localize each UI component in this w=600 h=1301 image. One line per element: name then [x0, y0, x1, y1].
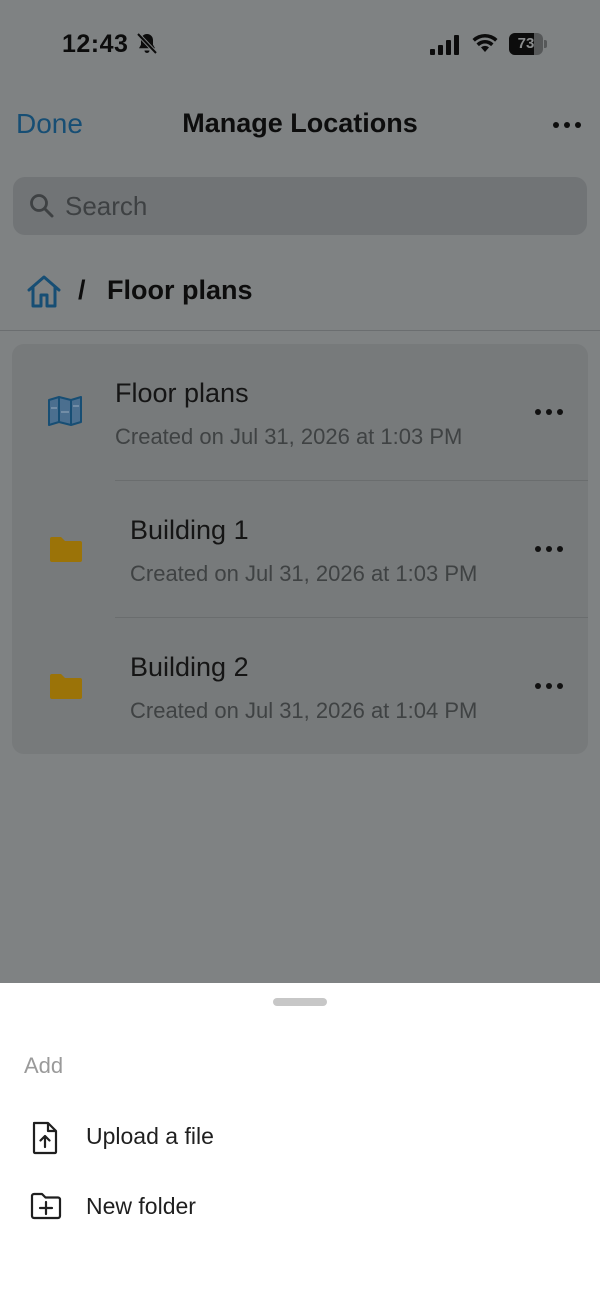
new-folder-label: New folder	[86, 1193, 196, 1219]
status-time: 12:43	[62, 30, 129, 58]
sheet-grabber[interactable]	[273, 998, 327, 1006]
done-button[interactable]: Done	[16, 108, 83, 140]
battery-indicator: 73	[509, 33, 547, 55]
battery-level: 73	[517, 35, 535, 52]
more-options-icon[interactable]	[550, 110, 584, 140]
upload-file-icon	[30, 1121, 60, 1160]
wifi-icon	[472, 33, 498, 60]
search-input[interactable]	[65, 177, 565, 235]
search-bar[interactable]	[13, 177, 587, 235]
item-more-icon[interactable]	[532, 402, 566, 422]
add-bottom-sheet: Add Upload a file New folder	[0, 983, 600, 1301]
upload-file-label: Upload a file	[86, 1123, 214, 1149]
list-item[interactable]: Floor plans Created on Jul 31, 2026 at 1…	[12, 344, 588, 481]
divider	[0, 330, 600, 331]
map-icon	[47, 396, 83, 431]
home-icon[interactable]	[25, 273, 63, 314]
item-title: Building 1	[130, 515, 249, 545]
new-folder-button[interactable]: New folder	[0, 1176, 600, 1240]
item-more-icon[interactable]	[532, 539, 566, 559]
breadcrumb-separator: /	[78, 275, 86, 305]
item-subtitle: Created on Jul 31, 2026 at 1:03 PM	[130, 561, 478, 586]
folder-icon	[49, 672, 83, 705]
folder-icon	[49, 535, 83, 568]
page-title: Manage Locations	[182, 108, 418, 138]
item-subtitle: Created on Jul 31, 2026 at 1:04 PM	[130, 698, 478, 723]
list-item[interactable]: Building 1 Created on Jul 31, 2026 at 1:…	[12, 481, 588, 618]
locations-list: Floor plans Created on Jul 31, 2026 at 1…	[12, 344, 588, 754]
upload-file-button[interactable]: Upload a file	[0, 1106, 600, 1170]
list-item[interactable]: Building 2 Created on Jul 31, 2026 at 1:…	[12, 618, 588, 755]
breadcrumb-current: Floor plans	[107, 275, 253, 305]
cellular-signal-icon	[430, 35, 462, 60]
new-folder-icon	[30, 1191, 62, 1226]
item-title: Floor plans	[115, 378, 249, 408]
search-icon	[29, 193, 55, 224]
item-more-icon[interactable]	[532, 676, 566, 696]
item-title: Building 2	[130, 652, 249, 682]
item-subtitle: Created on Jul 31, 2026 at 1:03 PM	[115, 424, 463, 449]
sheet-header: Add	[24, 1053, 64, 1078]
bell-slash-icon	[136, 32, 158, 61]
